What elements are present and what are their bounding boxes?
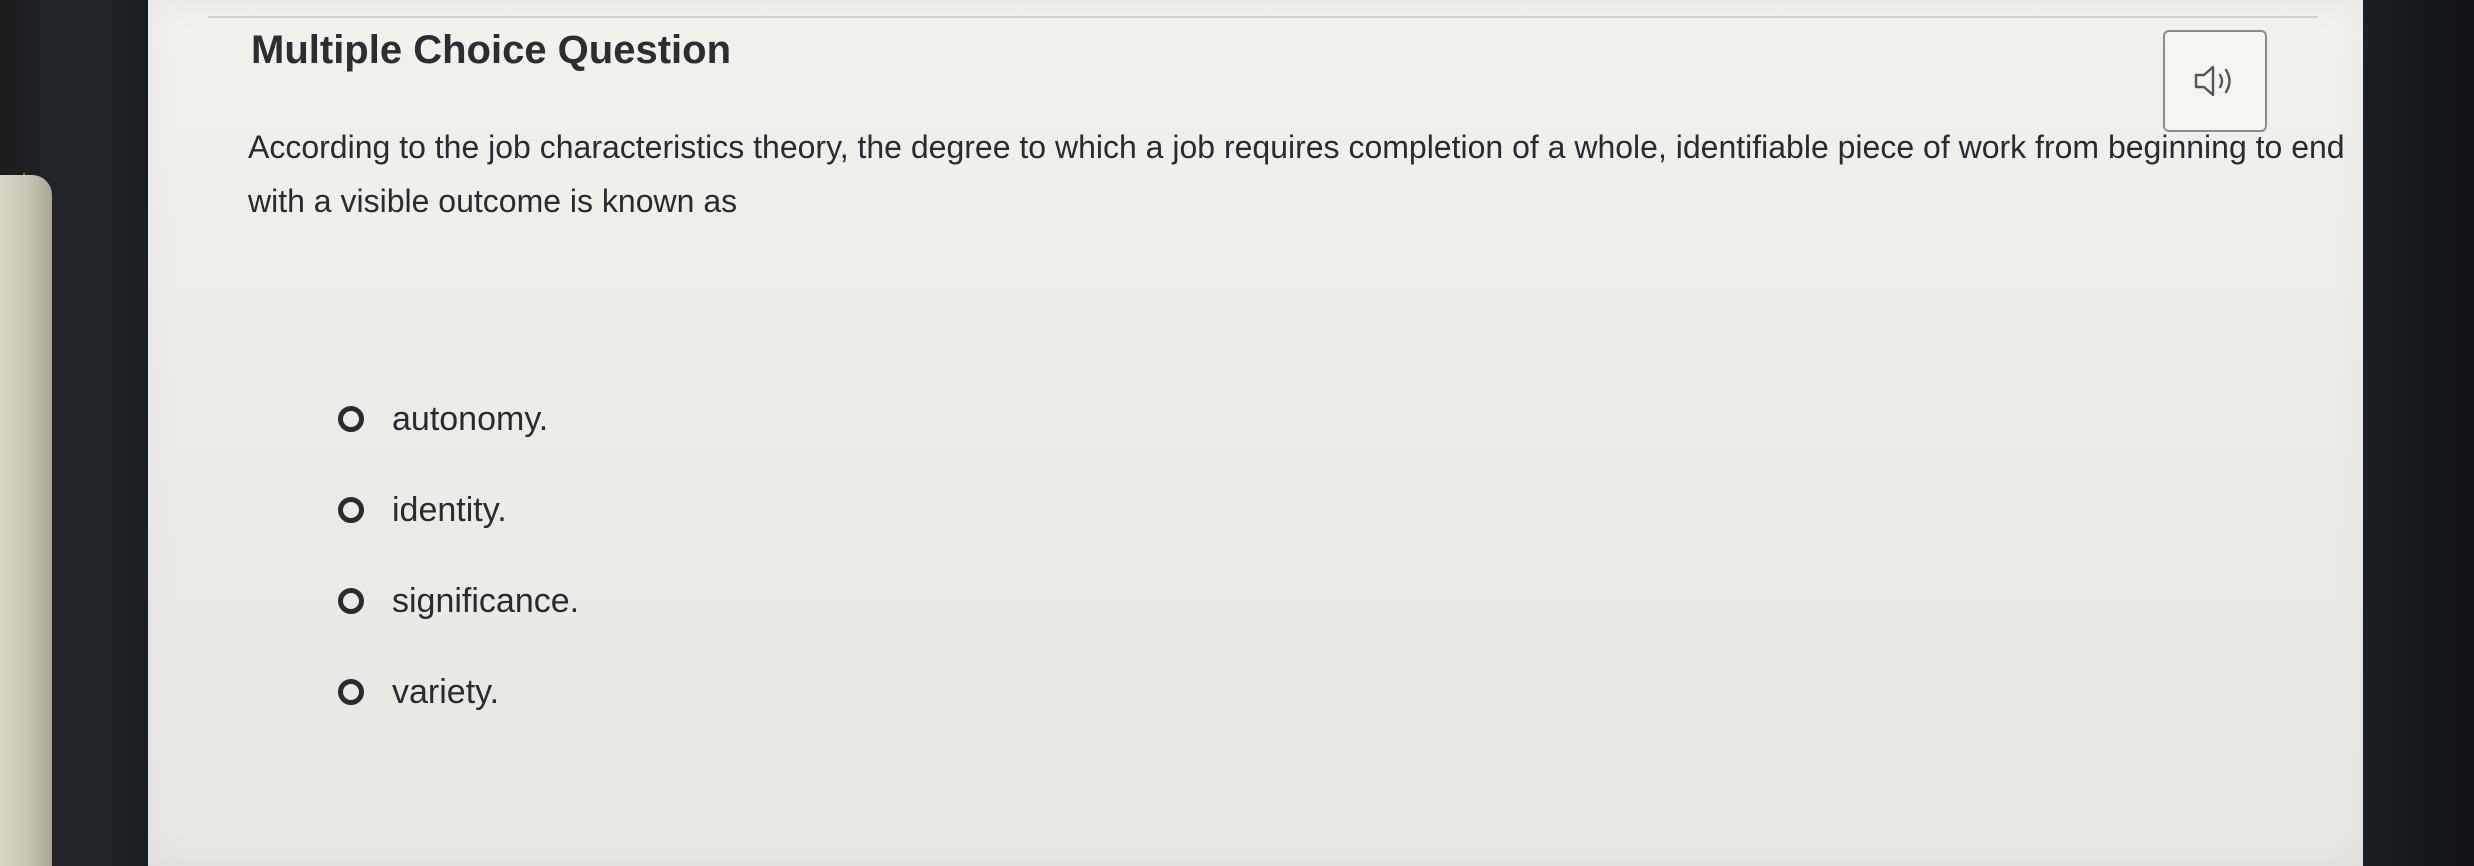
speaker-icon xyxy=(2194,65,2231,97)
option-label: significance. xyxy=(392,581,580,620)
top-divider xyxy=(208,16,2318,18)
option-identity[interactable]: identity. xyxy=(338,481,579,539)
answer-options: autonomy. identity. significance. variet… xyxy=(338,390,579,754)
radio-button[interactable] xyxy=(338,679,364,705)
radio-button[interactable] xyxy=(338,588,364,614)
option-variety[interactable]: variety. xyxy=(338,663,579,721)
question-text: According to the job characteristics the… xyxy=(248,129,2345,219)
option-significance[interactable]: significance. xyxy=(338,572,579,630)
question-heading: Multiple Choice Question xyxy=(251,28,732,72)
option-autonomy[interactable]: autonomy. xyxy=(338,390,579,448)
stylus xyxy=(0,175,52,866)
read-aloud-button[interactable] xyxy=(2163,30,2267,132)
device-bezel-right xyxy=(2359,0,2474,866)
radio-button[interactable] xyxy=(338,406,364,432)
radio-button[interactable] xyxy=(338,497,364,523)
option-label: autonomy. xyxy=(392,399,549,438)
option-label: identity. xyxy=(392,490,507,529)
question-panel: Multiple Choice Question According to th… xyxy=(148,0,2363,866)
option-label: variety. xyxy=(392,672,500,711)
